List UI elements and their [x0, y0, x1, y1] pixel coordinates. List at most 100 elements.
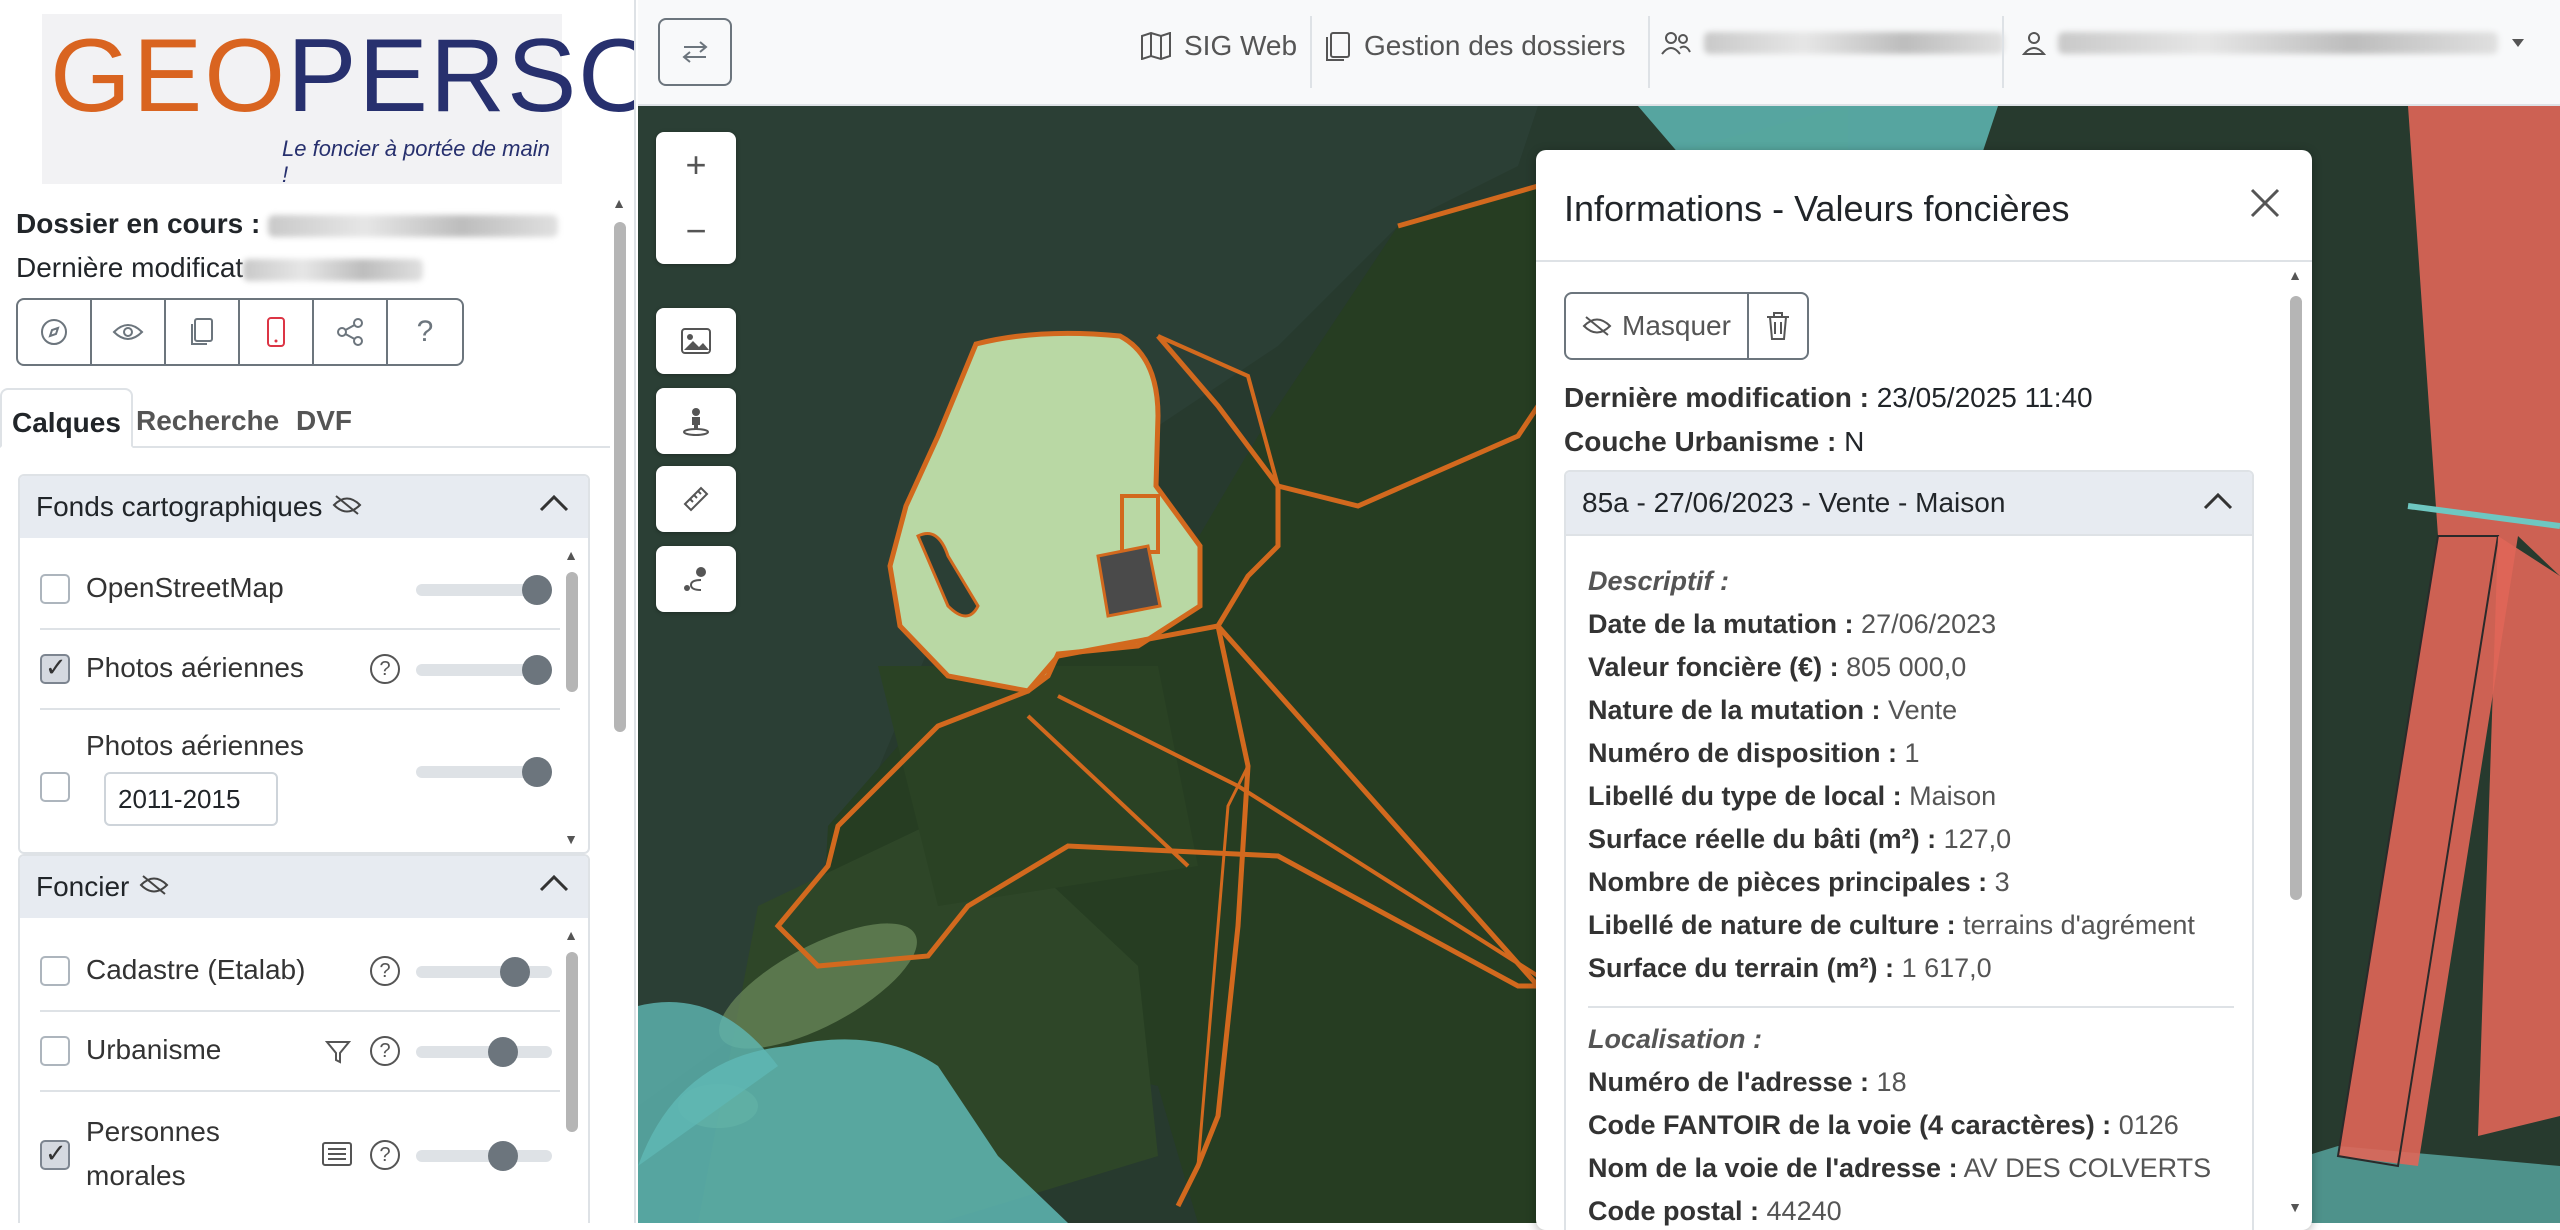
last-modification: Dernière modification : 23/05/2025 11:40	[1564, 382, 2093, 414]
cadastre-opacity-slider[interactable]	[416, 957, 552, 987]
street-view-button[interactable]	[656, 388, 736, 454]
zoom-controls: + −	[656, 132, 736, 264]
filter-icon[interactable]	[324, 1038, 352, 1066]
label-line-1: Personnes	[86, 1116, 220, 1147]
panel-scrollbar[interactable]: ▲ ▼	[2288, 268, 2302, 1218]
scroll-thumb[interactable]	[566, 952, 578, 1132]
hide-button[interactable]: Masquer	[1566, 294, 1747, 358]
nav-organisation[interactable]	[1660, 30, 2004, 56]
view-button[interactable]	[92, 300, 166, 364]
chevron-up-icon[interactable]	[2202, 490, 2234, 512]
personnes-morales-checkbox[interactable]	[40, 1138, 70, 1170]
route-pin-icon	[684, 567, 706, 591]
nav-gestion-dossiers[interactable]: Gestion des dossiers	[1324, 30, 1625, 62]
measure-button[interactable]	[656, 466, 736, 532]
basemaps-title: Fonds cartographiques	[36, 491, 323, 522]
sidebar-scrollbar[interactable]: ▲	[612, 196, 626, 736]
nav-gestion-label: Gestion des dossiers	[1364, 30, 1626, 61]
help-circle-icon[interactable]: ?	[370, 654, 400, 684]
toggle-sidebar-button[interactable]	[658, 18, 732, 86]
osm-label: OpenStreetMap	[86, 572, 284, 603]
scroll-thumb[interactable]	[614, 222, 626, 732]
cadastre-checkbox[interactable]	[40, 956, 70, 986]
photos-2011-checkbox[interactable]	[40, 772, 70, 802]
tab-calques[interactable]: Calques	[0, 388, 133, 448]
panel-actions: Masquer	[1564, 292, 1809, 360]
zoom-in-button[interactable]: +	[656, 132, 736, 198]
photos-2011-label: Photos aériennes	[86, 730, 304, 761]
help-circle-icon[interactable]: ?	[370, 1036, 400, 1066]
photos-2011-opacity-slider[interactable]	[416, 757, 552, 787]
urbanisme-opacity-slider[interactable]	[416, 1037, 552, 1067]
detail-nature-mutation: Nature de la mutation : Vente	[1588, 695, 1958, 725]
scroll-up-icon[interactable]: ▲	[564, 928, 578, 942]
help-circle-icon[interactable]: ?	[370, 1140, 400, 1170]
slider-knob[interactable]	[488, 1037, 518, 1067]
slider-knob[interactable]	[522, 575, 552, 605]
caret-down-icon	[2512, 39, 2524, 47]
accordion-header[interactable]: 85a - 27/06/2023 - Vente - Maison	[1566, 472, 2252, 536]
slider-knob[interactable]	[522, 757, 552, 787]
detail-nombre-pieces: Nombre de pièces principales : 3	[1588, 867, 2010, 897]
copy-button[interactable]	[166, 300, 240, 364]
foncier-panel: Foncier Cadastre (Etalab) ? Urbanisme ? …	[18, 854, 590, 1223]
osm-checkbox[interactable]	[40, 574, 70, 604]
list-icon[interactable]	[322, 1142, 352, 1166]
sidebar-tabs: Calques Recherche DVF	[0, 388, 610, 448]
detail-surface-terrain: Surface du terrain (m²) : 1 617,0	[1588, 953, 1992, 983]
help-circle-icon[interactable]: ?	[370, 956, 400, 986]
nav-sig-web[interactable]: SIG Web	[1140, 30, 1297, 62]
basemaps-panel: Fonds cartographiques OpenStreetMap Phot…	[18, 474, 590, 854]
photos-checkbox[interactable]	[40, 652, 70, 684]
osm-opacity-slider[interactable]	[416, 575, 552, 605]
info-panel: Informations - Valeurs foncières Masquer…	[1536, 150, 2312, 1230]
basemaps-header[interactable]: Fonds cartographiques	[20, 476, 588, 538]
layer-row-photos-2011: Photos aériennes 2011-2015	[40, 730, 552, 830]
close-icon[interactable]	[2242, 180, 2288, 226]
arrows-left-right-icon	[682, 41, 708, 63]
zoom-out-button[interactable]: −	[656, 198, 736, 264]
dossier-last-modified-label: Dernière modificat	[16, 252, 244, 283]
foncier-scrollbar[interactable]: ▲	[564, 928, 578, 1223]
route-button[interactable]	[656, 546, 736, 612]
scroll-up-icon[interactable]: ▲	[612, 196, 626, 210]
chevron-up-icon[interactable]	[538, 492, 570, 514]
slider-knob[interactable]	[488, 1141, 518, 1171]
slider-knob[interactable]	[522, 655, 552, 685]
year-range-select[interactable]: 2011-2015	[104, 772, 278, 826]
personnes-morales-opacity-slider[interactable]	[416, 1141, 552, 1171]
foncier-header[interactable]: Foncier	[20, 856, 588, 918]
delete-button[interactable]	[1746, 294, 1807, 358]
scroll-down-icon[interactable]: ▼	[2288, 1200, 2302, 1214]
basemap-image-button[interactable]	[656, 308, 736, 374]
last-mod-value: 23/05/2025 11:40	[1876, 382, 2093, 413]
chevron-up-icon[interactable]	[538, 872, 570, 894]
scroll-up-icon[interactable]: ▲	[2288, 268, 2302, 282]
scroll-up-icon[interactable]: ▲	[564, 548, 578, 562]
help-button[interactable]: ?	[388, 300, 462, 364]
person-icon	[2022, 32, 2046, 55]
detail-nom-voie: Nom de la voie de l'adresse : AV DES COL…	[1588, 1153, 2212, 1183]
info-panel-title: Informations - Valeurs foncières	[1564, 188, 2070, 229]
eye-slash-icon[interactable]	[139, 872, 169, 903]
photos-label: Photos aériennes	[86, 652, 304, 683]
tab-recherche[interactable]: Recherche	[126, 388, 289, 448]
detail-type-local: Libellé du type de local : Maison	[1588, 781, 1997, 811]
basemaps-scrollbar[interactable]: ▲ ▼	[564, 548, 578, 848]
compass-button[interactable]	[18, 300, 92, 364]
mobile-button[interactable]	[240, 300, 314, 364]
tab-dvf[interactable]: DVF	[286, 388, 362, 448]
slider-knob[interactable]	[500, 957, 530, 987]
scroll-thumb[interactable]	[2290, 296, 2302, 900]
share-button[interactable]	[314, 300, 388, 364]
map-icon	[1141, 32, 1171, 60]
scroll-down-icon[interactable]: ▼	[564, 832, 578, 846]
photos-opacity-slider[interactable]	[416, 655, 552, 685]
redacted-date	[243, 258, 424, 281]
urbanisme-checkbox[interactable]	[40, 1036, 70, 1066]
panel-header-divider	[1536, 260, 2312, 262]
eye-slash-icon[interactable]	[332, 492, 362, 523]
dossier-info: Dossier en cours : Dernière modificat	[16, 202, 559, 290]
nav-user-menu[interactable]	[2022, 30, 2526, 56]
scroll-thumb[interactable]	[566, 572, 578, 692]
